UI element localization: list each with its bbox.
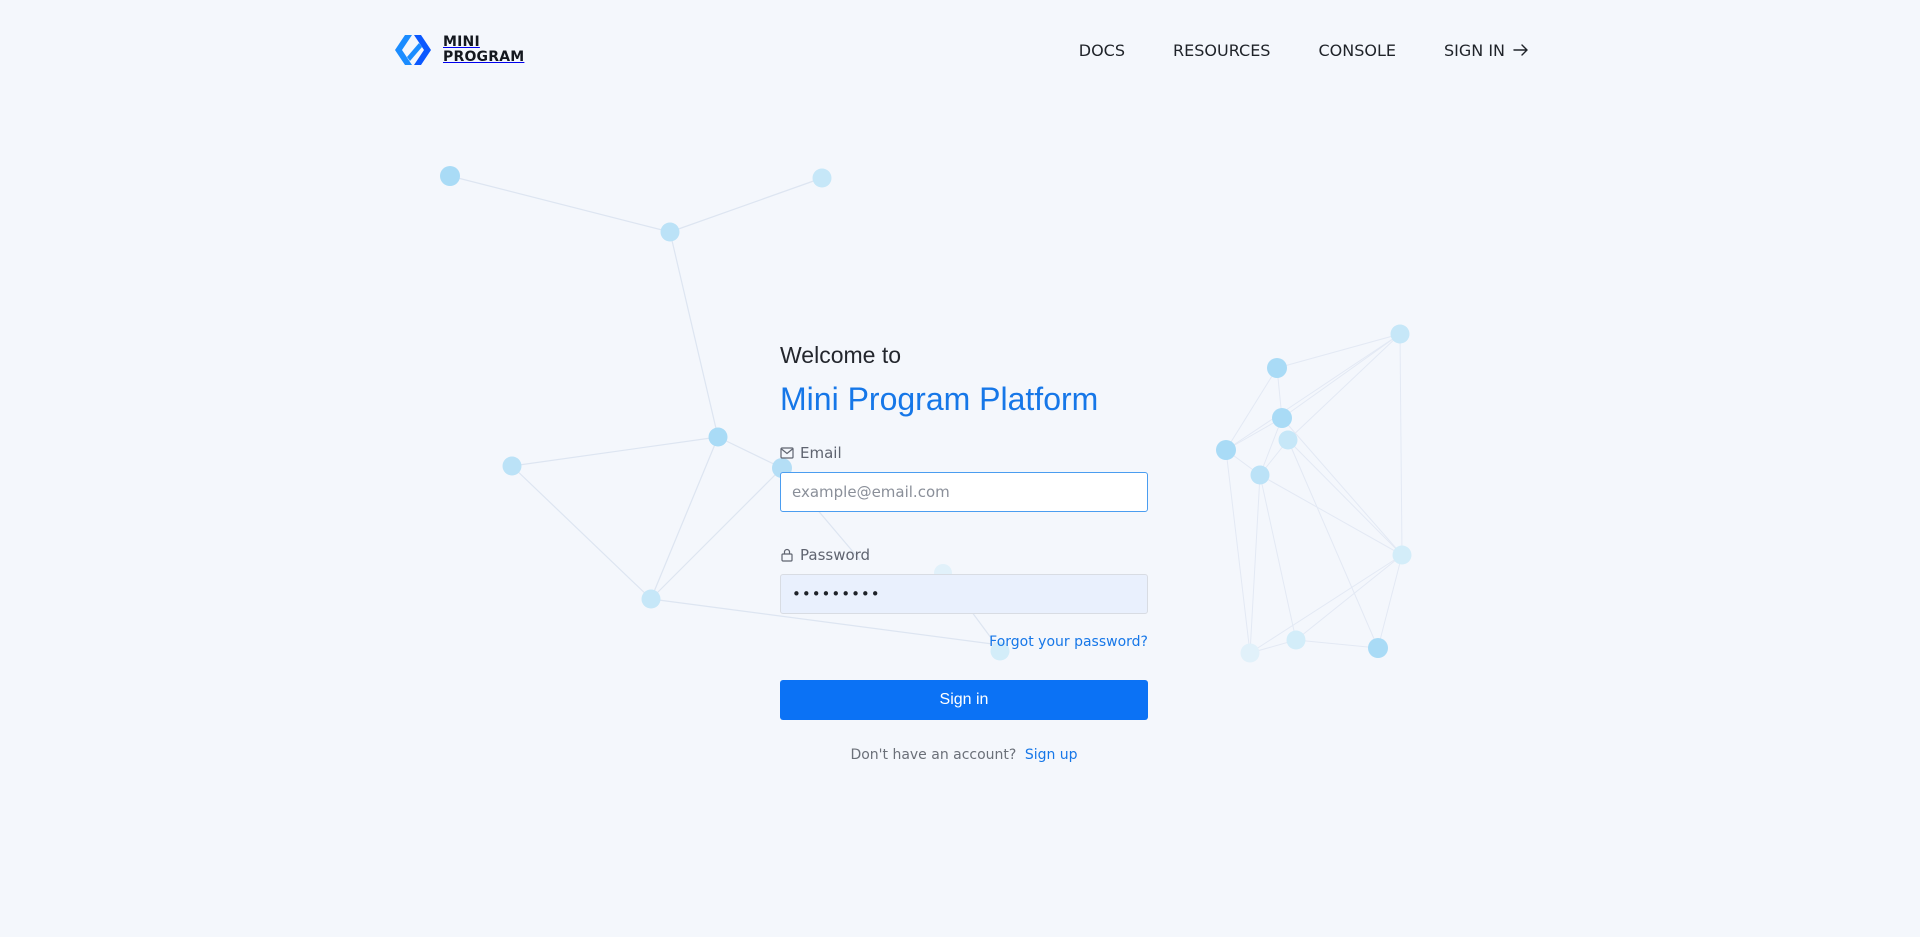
no-account-text: Don't have an account? xyxy=(850,747,1017,763)
login-form: Welcome to Mini Program Platform Email P… xyxy=(780,338,1148,763)
password-label-text: Password xyxy=(800,546,871,564)
nav-resources-label: RESOURCES xyxy=(1173,40,1271,60)
signup-prompt: Don't have an account? Sign up xyxy=(780,747,1148,763)
password-label: Password xyxy=(780,546,1148,564)
sign-up-link[interactable]: Sign up xyxy=(1025,747,1078,763)
forgot-password-link[interactable]: Forgot your password? xyxy=(780,634,1148,650)
main-nav: DOCS RESOURCES CONSOLE SIGN IN xyxy=(1079,41,1529,60)
nav-sign-in-label: SIGN IN xyxy=(1443,40,1505,60)
email-label-text: Email xyxy=(800,444,842,462)
lock-icon xyxy=(781,548,793,562)
nav-sign-in[interactable]: SIGN IN xyxy=(1444,41,1529,60)
nav-console[interactable]: CONSOLE xyxy=(1318,41,1396,60)
email-field[interactable] xyxy=(780,472,1148,512)
welcome-heading: Welcome to xyxy=(780,342,902,368)
password-field[interactable]: ••••••••• xyxy=(780,574,1148,614)
nav-docs[interactable]: DOCS xyxy=(1079,41,1125,60)
arrow-right-icon xyxy=(1513,44,1528,56)
logo-icon xyxy=(395,35,431,65)
sign-in-button[interactable]: Sign in xyxy=(780,680,1148,720)
envelope-icon xyxy=(780,447,794,459)
nav-resources[interactable]: RESOURCES xyxy=(1173,41,1270,60)
platform-title: Mini Program Platform xyxy=(780,381,1099,417)
logo[interactable]: MINI PROGRAM xyxy=(391,33,524,67)
password-value: ••••••••• xyxy=(792,585,881,603)
email-label: Email xyxy=(780,444,1148,462)
logo-line-2: PROGRAM xyxy=(443,49,525,65)
logo-wordmark: MINI PROGRAM xyxy=(443,35,524,65)
nav-docs-label: DOCS xyxy=(1078,40,1126,60)
top-header: MINI PROGRAM DOCS RESOURCES CONSOLE SIGN… xyxy=(391,30,1529,70)
logo-line-1: MINI xyxy=(443,34,480,50)
nav-console-label: CONSOLE xyxy=(1318,40,1396,60)
